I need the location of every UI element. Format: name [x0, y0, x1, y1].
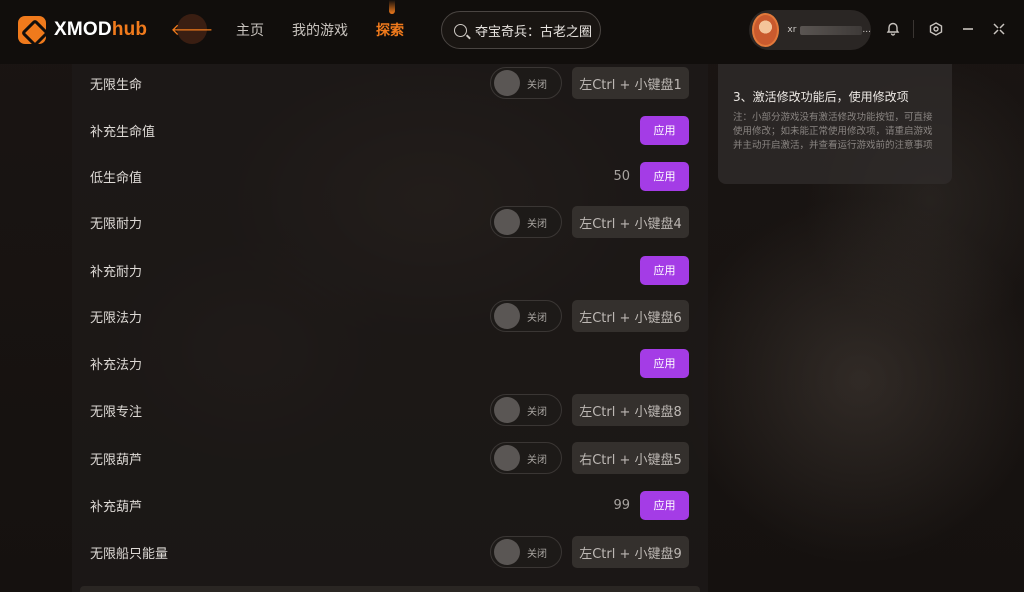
hotkey-field[interactable]: 左Ctrl + 小键盘4	[572, 206, 689, 238]
cheat-label: 无限葫芦	[90, 452, 143, 468]
arrow-left-icon: 🡐	[170, 20, 214, 39]
nav-my-games[interactable]: 我的游戏	[292, 20, 348, 40]
cheat-row: 无限专注 关闭 左Ctrl + 小键盘8	[72, 394, 708, 426]
cheat-label: 无限耐力	[90, 216, 143, 232]
user-name: xr...	[787, 25, 871, 35]
hotkey-field[interactable]: 左Ctrl + 小键盘8	[572, 394, 689, 426]
settings-icon[interactable]	[929, 22, 943, 36]
cheat-label: 低生命值	[90, 170, 143, 186]
cheat-label: 补充生命值	[90, 124, 156, 140]
header-divider	[913, 20, 914, 38]
cheat-label: 无限法力	[90, 310, 143, 326]
avatar[interactable]	[752, 13, 780, 47]
cheat-list-panel: 无限生命 关闭 左Ctrl + 小键盘1 补充生命值 应用 低生命值 50 应用…	[72, 64, 708, 592]
search-box[interactable]: 夺宝奇兵：古老之圈	[441, 11, 601, 49]
hotkey-field[interactable]: 右Ctrl + 小键盘5	[572, 442, 689, 474]
apply-button[interactable]: 应用	[640, 255, 689, 285]
back-button[interactable]: 🡐	[171, 14, 213, 44]
close-icon[interactable]	[992, 22, 1006, 36]
instruction-note: 注：小部分游戏没有激活修改功能按钮，可直接使用修改；如未能正常使用修改项，请重启…	[733, 112, 933, 151]
apply-button[interactable]: 应用	[640, 348, 689, 378]
search-input[interactable]: 夺宝奇兵：古老之圈	[475, 21, 593, 40]
top-bar: XMODhub 🡐 主页 我的游戏 探索 夺宝奇兵：古老之圈 xr...	[0, 0, 1024, 64]
cheat-toggle[interactable]: 关闭	[490, 206, 562, 238]
hotkey-field[interactable]: 左Ctrl + 小键盘6	[572, 300, 689, 332]
logo-text: XMODhub	[54, 19, 148, 40]
cheat-label: 补充耐力	[90, 264, 143, 280]
cheat-row: 无限船只能量 关闭 左Ctrl + 小键盘9	[72, 536, 708, 568]
cheat-row: 补充法力 应用	[72, 348, 708, 378]
instruction-card: 3、激活修改功能后，使用修改项 注：小部分游戏没有激活修改功能按钮，可直接使用修…	[718, 64, 952, 184]
main-nav: 主页 我的游戏 探索	[236, 20, 404, 40]
cheat-toggle[interactable]: 关闭	[490, 442, 562, 474]
cheat-toggle[interactable]: 关闭	[490, 536, 562, 568]
instruction-title: 3、激活修改功能后，使用修改项	[733, 90, 909, 104]
cheat-row: 无限葫芦 关闭 右Ctrl + 小键盘5	[72, 442, 708, 474]
nav-home[interactable]: 主页	[236, 20, 264, 40]
cheat-label: 补充葫芦	[90, 499, 143, 515]
nav-explore[interactable]: 探索	[376, 20, 404, 40]
cheat-toggle[interactable]: 关闭	[490, 67, 562, 99]
logo-mark-icon	[18, 16, 46, 44]
cheat-label: 补充法力	[90, 357, 143, 373]
notification-icon[interactable]	[886, 22, 900, 36]
cheat-value[interactable]: 50	[613, 169, 630, 184]
cheat-label: 无限专注	[90, 404, 143, 420]
app-logo[interactable]: XMODhub	[18, 16, 147, 44]
hotkey-field[interactable]: 左Ctrl + 小键盘1	[572, 67, 689, 99]
cheat-row: 补充耐力 应用	[72, 255, 708, 285]
apply-button[interactable]: 应用	[640, 490, 689, 520]
cheat-row: 无限耐力 关闭 左Ctrl + 小键盘4	[72, 206, 708, 238]
cheat-label: 无限生命	[90, 77, 143, 93]
cheat-toggle[interactable]: 关闭	[490, 300, 562, 332]
cheat-row: 补充葫芦 99 应用	[72, 490, 708, 520]
next-section-edge	[80, 586, 700, 592]
search-icon	[454, 23, 467, 37]
cheat-label: 无限船只能量	[90, 546, 169, 562]
cheat-row: 无限生命 关闭 左Ctrl + 小键盘1	[72, 67, 708, 99]
cheat-row: 低生命值 50 应用	[72, 161, 708, 191]
user-profile[interactable]: xr...	[749, 10, 871, 50]
apply-button[interactable]: 应用	[640, 115, 689, 145]
cheat-toggle[interactable]: 关闭	[490, 394, 562, 426]
hotkey-field[interactable]: 左Ctrl + 小键盘9	[572, 536, 689, 568]
cheat-row: 补充生命值 应用	[72, 115, 708, 145]
minimize-icon[interactable]	[961, 22, 975, 36]
apply-button[interactable]: 应用	[640, 161, 689, 191]
cheat-value[interactable]: 99	[613, 498, 630, 513]
active-indicator	[389, 0, 395, 14]
cheat-row: 无限法力 关闭 左Ctrl + 小键盘6	[72, 300, 708, 332]
